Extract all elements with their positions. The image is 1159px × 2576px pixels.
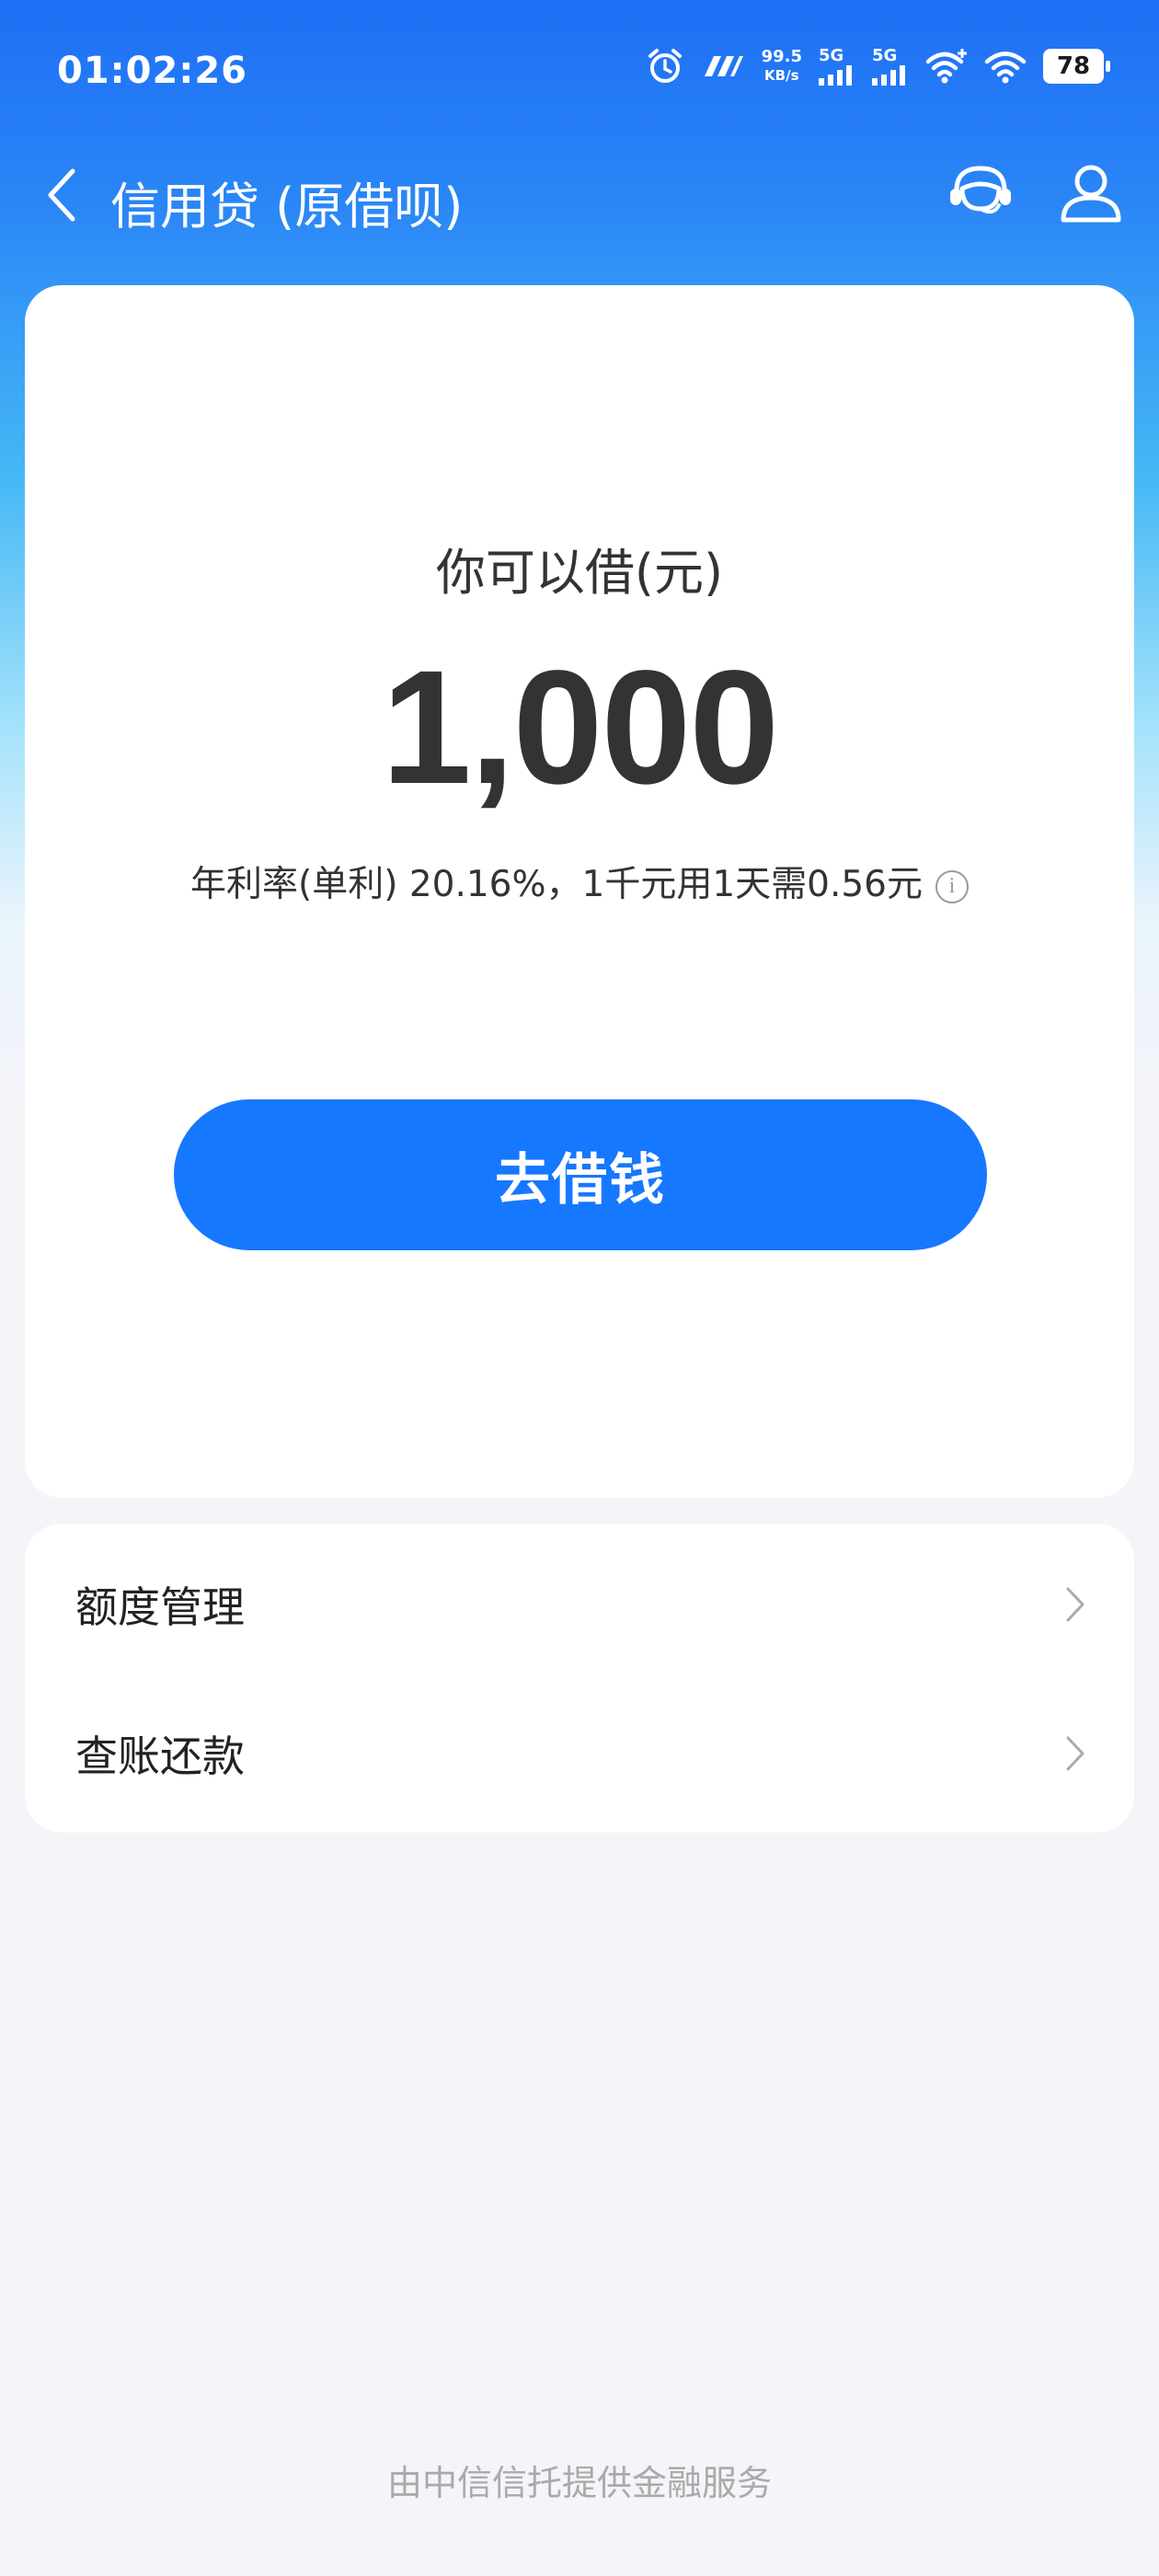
back-arrow-icon <box>48 168 75 222</box>
user-profile-button[interactable] <box>1047 147 1135 239</box>
signal-1-label: 5G <box>819 46 844 65</box>
signal-bars-icon <box>819 65 852 86</box>
wifi-icon <box>984 49 1027 84</box>
available-label: 你可以借(元) <box>435 544 724 602</box>
available-amount: 1,000 <box>381 638 779 818</box>
user-icon <box>1061 165 1121 223</box>
chevron-right-icon <box>1057 1584 1094 1625</box>
status-bar: 01:02:26 99.5 KB/s 5G 5G 78 <box>0 0 1159 138</box>
signal-1: 5G <box>819 46 855 86</box>
chevron-right-icon <box>1057 1733 1094 1774</box>
app-header: 信用贷 (原借呗) <box>0 138 1159 258</box>
menu-item-label: 查账还款 <box>75 1731 245 1781</box>
alarm-clock-icon <box>646 47 684 86</box>
customer-service-icon <box>950 166 1011 214</box>
customer-service-button[interactable] <box>936 147 1025 239</box>
menu-item-credit-management[interactable]: 额度管理 <box>25 1531 1134 1678</box>
menu-item-bills-repayment[interactable]: 查账还款 <box>25 1680 1134 1827</box>
signal-bars-icon <box>872 65 905 86</box>
interest-rate-text: 年利率(单利) 20.16%，1千元用1天需0.56元 <box>190 864 923 905</box>
interest-rate-line: 年利率(单利) 20.16%，1千元用1天需0.56元 i <box>25 856 1134 907</box>
borrow-button[interactable]: 去借钱 <box>174 1099 987 1250</box>
footer-provider-text: 由中信信托提供金融服务 <box>386 2463 772 2503</box>
network-speed-unit: KB/s <box>764 66 799 84</box>
signal-2: 5G <box>872 46 909 86</box>
menu-item-label: 额度管理 <box>75 1582 245 1632</box>
status-time: 01:02:26 <box>57 50 247 92</box>
menu-card: 额度管理 查账还款 <box>25 1524 1134 1833</box>
info-icon[interactable]: i <box>935 869 969 903</box>
status-icons: 99.5 KB/s 5G 5G 78 <box>646 46 1110 86</box>
app-notification-icon <box>701 52 745 80</box>
wifi-plus-icon <box>925 48 968 84</box>
signal-2-label: 5G <box>872 46 898 65</box>
battery-indicator: 78 <box>1043 48 1110 84</box>
network-speed-value: 99.5 <box>761 46 802 66</box>
network-speed: 99.5 KB/s <box>761 46 802 85</box>
back-button[interactable] <box>29 149 94 241</box>
page-title: 信用贷 (原借呗) <box>110 178 464 236</box>
loan-card: 你可以借(元) 1,000 年利率(单利) 20.16%，1千元用1天需0.56… <box>25 285 1134 1498</box>
